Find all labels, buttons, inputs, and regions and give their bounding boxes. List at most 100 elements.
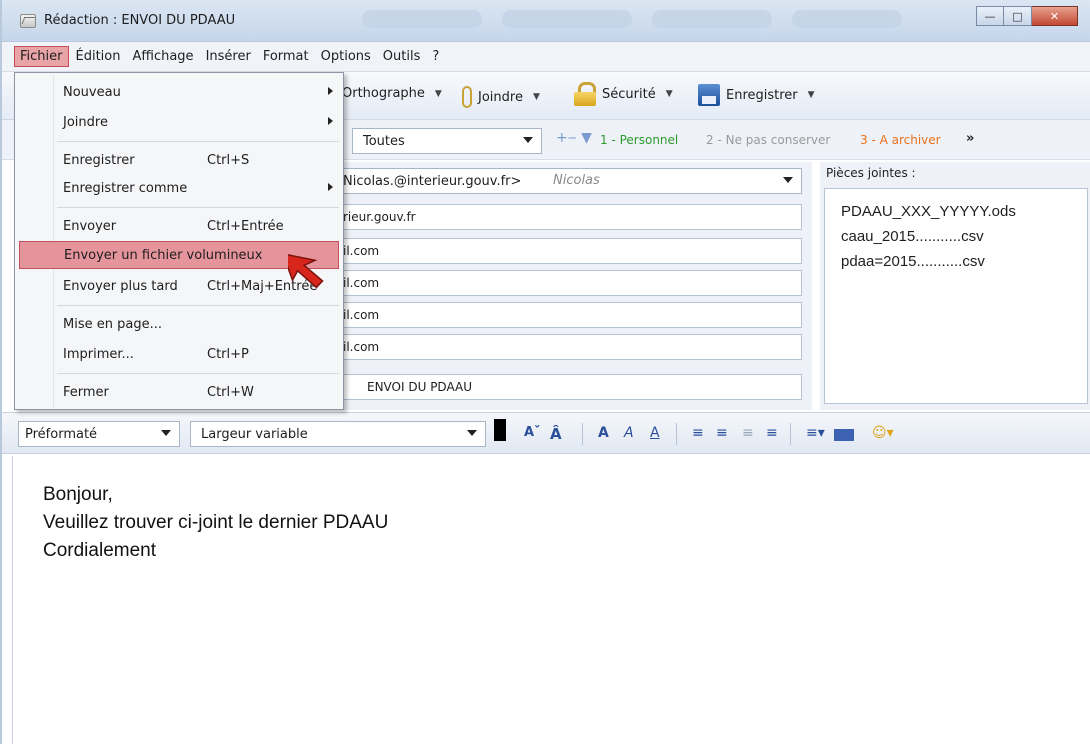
- close-icon: ✕: [1049, 9, 1060, 23]
- attachments-label: Pièces jointes :: [826, 166, 916, 180]
- blurred-taskbar-item: [502, 10, 632, 28]
- floppy-disk-icon: [698, 84, 720, 106]
- align-icon[interactable]: ≡▾: [806, 425, 825, 441]
- subject-field[interactable]: ENVOI DU PDAAU: [342, 374, 802, 400]
- category-personnel[interactable]: 1 - Personnel: [600, 133, 678, 147]
- recipient-field[interactable]: il.com: [342, 302, 802, 328]
- menu-separator: [57, 141, 339, 142]
- menu-format[interactable]: Format: [258, 47, 314, 66]
- message-body[interactable]: Bonjour, Veuillez trouver ci-joint le de…: [12, 456, 1090, 744]
- emoticon-icon[interactable]: ☺▾: [872, 425, 894, 441]
- pointer-arrow-icon: [288, 252, 324, 289]
- maximize-button[interactable]: □: [1004, 6, 1032, 26]
- menu-item-nouveau[interactable]: Nouveau: [19, 79, 339, 107]
- menu-fichier[interactable]: Fichier: [14, 46, 69, 67]
- menu-inserer[interactable]: Insérer: [201, 47, 256, 66]
- menu-item-enregistrer[interactable]: Enregistrer Ctrl+S: [19, 147, 339, 175]
- chevron-down-icon: ▼: [807, 90, 815, 100]
- chevron-down-icon: ▼: [665, 89, 673, 99]
- attachment-item[interactable]: pdaa=2015...........csv: [841, 253, 985, 270]
- attachment-item[interactable]: caau_2015...........csv: [841, 228, 984, 245]
- menu-help[interactable]: ?: [427, 47, 444, 66]
- dropdown-arrow-icon: [523, 137, 533, 143]
- numbered-list-icon[interactable]: ≡: [716, 425, 728, 441]
- security-button[interactable]: Sécurité ▼: [574, 82, 673, 106]
- menu-item-label: Joindre: [63, 115, 108, 130]
- bold-icon[interactable]: A: [598, 425, 609, 441]
- category-filter-select[interactable]: Toutes: [352, 128, 542, 154]
- font-select[interactable]: Largeur variable: [190, 421, 486, 447]
- blurred-taskbar-item: [792, 10, 902, 28]
- recipient-field[interactable]: il.com: [342, 334, 802, 360]
- close-button[interactable]: ✕: [1032, 6, 1078, 26]
- menu-separator: [57, 373, 339, 374]
- recipient-field[interactable]: il.com: [342, 238, 802, 264]
- category-ne-pas-conserver[interactable]: 2 - Ne pas conserver: [706, 133, 830, 147]
- menu-separator: [57, 207, 339, 208]
- chevron-down-icon: ▼: [434, 88, 442, 99]
- save-button[interactable]: Enregistrer ▼: [698, 84, 815, 106]
- indent-icon[interactable]: ≡: [766, 425, 778, 441]
- attach-button[interactable]: Joindre ▼: [462, 86, 540, 108]
- add-category-icon[interactable]: +​‒ ▼: [556, 130, 592, 146]
- recipient-field[interactable]: rieur.gouv.fr: [342, 204, 802, 230]
- menu-item-joindre[interactable]: Joindre: [19, 109, 339, 137]
- more-categories-button[interactable]: »: [966, 131, 974, 146]
- body-line: Veuillez trouver ci-joint le dernier PDA…: [43, 512, 389, 533]
- menu-item-label: Envoyer: [63, 219, 117, 234]
- menu-item-shortcut: Ctrl+Entrée: [207, 219, 284, 234]
- attachments-list[interactable]: PDAAU_XXX_YYYYY.ods caau_2015...........…: [824, 188, 1088, 404]
- menu-item-label: Enregistrer comme: [63, 181, 188, 196]
- menu-item-label: Imprimer...: [63, 347, 134, 362]
- menu-item-imprimer[interactable]: Imprimer... Ctrl+P: [19, 341, 339, 369]
- menu-options[interactable]: Options: [316, 47, 376, 66]
- menu-item-enregistrer-comme[interactable]: Enregistrer comme: [19, 175, 339, 203]
- category-a-archiver[interactable]: 3 - A archiver: [860, 133, 941, 147]
- italic-icon[interactable]: A: [624, 425, 634, 441]
- dropdown-arrow-icon: [161, 430, 171, 436]
- from-select[interactable]: Nicolas.@interieur.gouv.fr> Nicolas: [342, 168, 802, 194]
- menu-item-shortcut: Ctrl+W: [207, 385, 254, 400]
- separator: [582, 423, 583, 445]
- spelling-button[interactable]: Orthographe ▼: [342, 86, 442, 101]
- minimize-button[interactable]: —: [976, 6, 1004, 26]
- decrease-font-size-icon[interactable]: Aˇ: [524, 425, 541, 440]
- insert-table-icon[interactable]: [834, 429, 854, 441]
- menu-item-shortcut: Ctrl+P: [207, 347, 249, 362]
- menu-item-fermer[interactable]: Fermer Ctrl+W: [19, 379, 339, 407]
- attachment-item[interactable]: PDAAU_XXX_YYYYY.ods: [841, 203, 1016, 220]
- bullet-list-icon[interactable]: ≡: [692, 425, 704, 441]
- menu-item-label: Enregistrer: [63, 153, 135, 168]
- from-address: Nicolas.@interieur.gouv.fr>: [343, 173, 522, 189]
- maximize-icon: □: [1012, 9, 1023, 23]
- chevron-down-icon: ▼: [532, 92, 540, 102]
- header-fields: Nicolas.@interieur.gouv.fr> Nicolas rieu…: [342, 162, 812, 410]
- menu-item-label: Envoyer un fichier volumineux: [64, 248, 263, 263]
- underline-icon[interactable]: A: [650, 425, 660, 441]
- from-name: Nicolas: [553, 173, 600, 188]
- title-bar: Rédaction : ENVOI DU PDAAU — □ ✕: [2, 0, 1090, 42]
- increase-font-size-icon[interactable]: Â: [550, 425, 562, 443]
- menu-item-mise-en-page[interactable]: Mise en page...: [19, 311, 339, 339]
- dropdown-arrow-icon: [467, 430, 477, 436]
- paragraph-style-value: Préformaté: [25, 426, 98, 442]
- recipient-field[interactable]: il.com: [342, 270, 802, 296]
- menu-item-label: Fermer: [63, 385, 109, 400]
- menu-item-label: Envoyer plus tard: [63, 279, 178, 294]
- menu-affichage[interactable]: Affichage: [127, 47, 198, 66]
- window-title: Rédaction : ENVOI DU PDAAU: [44, 13, 236, 28]
- compose-app-icon: [20, 14, 36, 28]
- paragraph-style-select[interactable]: Préformaté: [18, 421, 180, 447]
- text-color-icon[interactable]: [494, 419, 506, 441]
- menu-outils[interactable]: Outils: [378, 47, 426, 66]
- blurred-taskbar-item: [652, 10, 772, 28]
- menu-item-envoyer[interactable]: Envoyer Ctrl+Entrée: [19, 213, 339, 241]
- outdent-icon[interactable]: ≡: [742, 425, 754, 441]
- submenu-arrow-icon: [328, 87, 333, 95]
- body-line: Bonjour,: [43, 484, 113, 505]
- menu-separator: [57, 305, 339, 306]
- minimize-icon: —: [984, 9, 996, 23]
- submenu-arrow-icon: [328, 183, 333, 191]
- separator: [790, 423, 791, 445]
- menu-edition[interactable]: Édition: [71, 47, 126, 66]
